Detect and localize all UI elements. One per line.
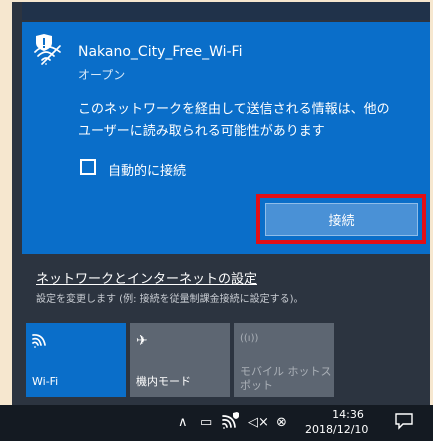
network-settings-description: 設定を変更します (例: 接続を従量制課金接続に設定する)。 <box>36 294 304 305</box>
action-center-icon[interactable] <box>394 412 414 430</box>
quick-action-wifi[interactable]: Wi-Fi <box>26 323 126 397</box>
connect-button[interactable]: 接続 <box>265 203 418 236</box>
quick-action-airplane-mode[interactable]: ✈ 機内モード <box>130 323 230 397</box>
hotspot-tile-label: モバイル ホットス ポット <box>240 365 332 393</box>
hotspot-label-line1: モバイル ホットス <box>240 365 332 378</box>
network-ssid: Nakano_City_Free_Wi-Fi <box>78 44 243 60</box>
quick-action-mobile-hotspot[interactable]: ((ı)) モバイル ホットス ポット <box>234 323 334 397</box>
secured-wifi-warning-icon <box>34 34 61 65</box>
auto-connect-checkbox[interactable] <box>80 159 96 175</box>
battery-icon[interactable]: ▭ <box>200 415 212 430</box>
hotspot-icon: ((ı)) <box>240 333 259 344</box>
wifi-icon <box>32 334 46 348</box>
network-status: オープン <box>78 68 126 82</box>
security-warning-line2: ユーザーに読み取られる可能性があります <box>78 124 325 139</box>
clock-date[interactable]: 2018/12/10 <box>305 423 368 436</box>
airplane-tile-label: 機内モード <box>136 375 191 388</box>
volume-muted-icon[interactable]: ◁× <box>248 415 269 430</box>
wifi-tile-label: Wi-Fi <box>32 375 59 388</box>
clock-time[interactable]: 14:36 <box>325 408 371 421</box>
chevron-up-icon[interactable]: ∧ <box>178 415 188 430</box>
airplane-icon: ✈ <box>136 333 148 349</box>
security-warning-line1: このネットワークを経由して送信される情報は、他の <box>78 102 390 117</box>
flyout-top-strip <box>22 2 430 20</box>
hotspot-label-line2: ポット <box>240 379 273 392</box>
network-settings-link[interactable]: ネットワークとインターネットの設定 <box>36 268 257 287</box>
notification-icon[interactable]: ⊗ <box>276 415 287 430</box>
wifi-icon[interactable] <box>222 412 240 430</box>
auto-connect-label[interactable]: 自動的に接続 <box>108 160 186 179</box>
